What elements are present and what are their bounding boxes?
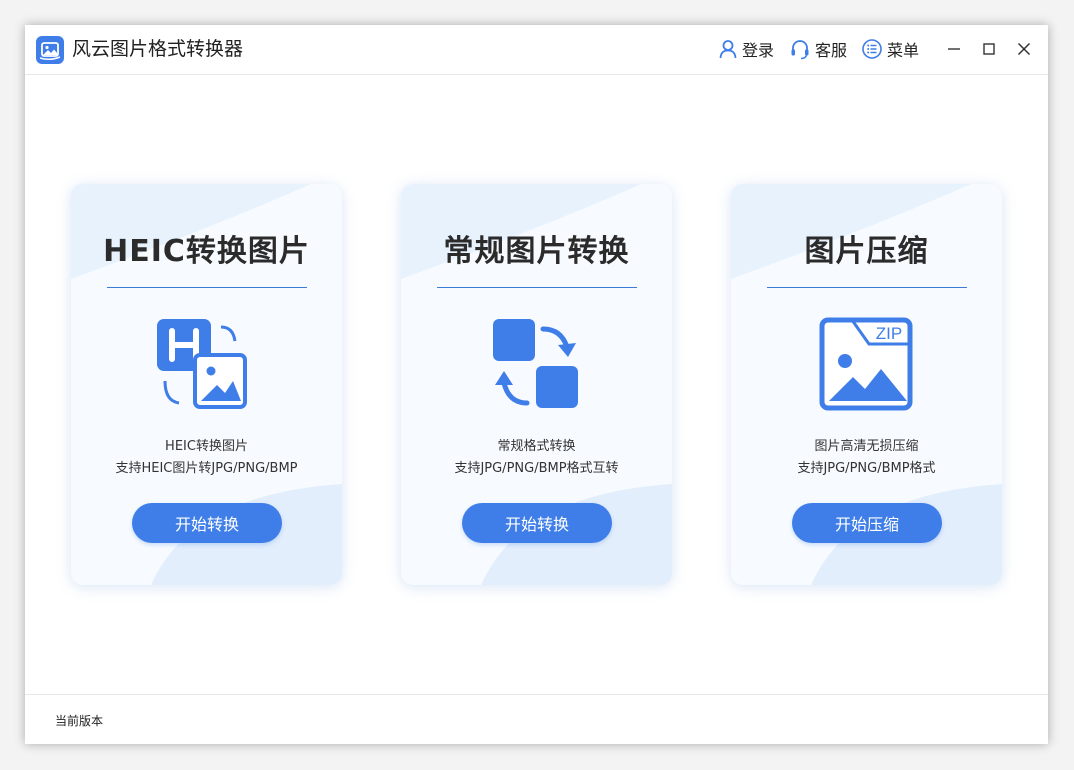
card-heic-convert[interactable]: HEIC转换图片 HEIC转换图片 支持HEIC图片转JPG/PNG/BMP 开… — [71, 184, 342, 585]
card-description: 常规格式转换 支持JPG/PNG/BMP格式互转 — [401, 436, 672, 480]
menu-list-icon — [862, 39, 882, 59]
card-title: HEIC转换图片 — [103, 234, 310, 269]
card-divider — [767, 287, 967, 288]
close-icon — [1017, 42, 1031, 56]
card-description: 图片高清无损压缩 支持JPG/PNG/BMP格式 — [731, 436, 1002, 480]
maximize-icon — [983, 43, 995, 55]
menu-button[interactable]: 菜单 — [861, 38, 919, 60]
headset-icon — [791, 40, 809, 60]
card-title: 常规图片转换 — [443, 234, 630, 269]
card-desc-line1: 图片高清无损压缩 — [814, 439, 919, 454]
zip-label: ZIP — [876, 324, 902, 343]
card-desc-line1: HEIC转换图片 — [165, 439, 248, 454]
user-icon — [719, 40, 737, 59]
app-logo-icon — [36, 36, 64, 64]
card-desc-line2: 支持HEIC图片转JPG/PNG/BMP — [115, 461, 298, 476]
card-title: 图片压缩 — [804, 234, 929, 269]
card-desc-line2: 支持JPG/PNG/BMP格式 — [797, 461, 936, 476]
zip-compress-icon: ZIP — [819, 317, 913, 411]
card-format-convert[interactable]: 常规图片转换 常规格式转换 支持JPG/PNG/BMP格式互转 开始转换 — [401, 184, 672, 585]
login-label: 登录 — [742, 41, 775, 60]
start-format-convert-button[interactable]: 开始转换 — [462, 503, 612, 543]
status-footer: 当前版本 — [25, 694, 1048, 744]
login-button[interactable]: 登录 — [718, 38, 774, 60]
version-label: 当前版本 — [55, 714, 104, 728]
close-button[interactable] — [1013, 38, 1035, 60]
service-button[interactable]: 客服 — [789, 38, 847, 60]
start-heic-convert-button[interactable]: 开始转换 — [132, 503, 282, 543]
service-label: 客服 — [815, 41, 848, 60]
menu-label: 菜单 — [887, 41, 920, 60]
card-description: HEIC转换图片 支持HEIC图片转JPG/PNG/BMP — [71, 436, 342, 480]
heic-convert-icon — [157, 319, 247, 409]
card-divider — [107, 287, 307, 288]
format-convert-icon — [493, 319, 578, 408]
start-compress-button[interactable]: 开始压缩 — [792, 503, 942, 543]
title-bar[interactable]: 风云图片格式转换器 登录 客服 菜单 — [25, 25, 1048, 75]
card-desc-line1: 常规格式转换 — [497, 439, 576, 454]
card-divider — [437, 287, 637, 288]
app-window: 风云图片格式转换器 登录 客服 菜单 HEIC转换图片 HEIC转换图片 支持H… — [25, 25, 1048, 744]
minimize-icon — [948, 48, 960, 50]
card-desc-line2: 支持JPG/PNG/BMP格式互转 — [454, 461, 619, 476]
card-image-compress[interactable]: 图片压缩 ZIP 图片高清无损压缩 支持JPG/PNG/BMP格式 开始压缩 — [731, 184, 1002, 585]
minimize-button[interactable] — [943, 38, 965, 60]
maximize-button[interactable] — [978, 38, 1000, 60]
app-title: 风云图片格式转换器 — [72, 38, 244, 60]
